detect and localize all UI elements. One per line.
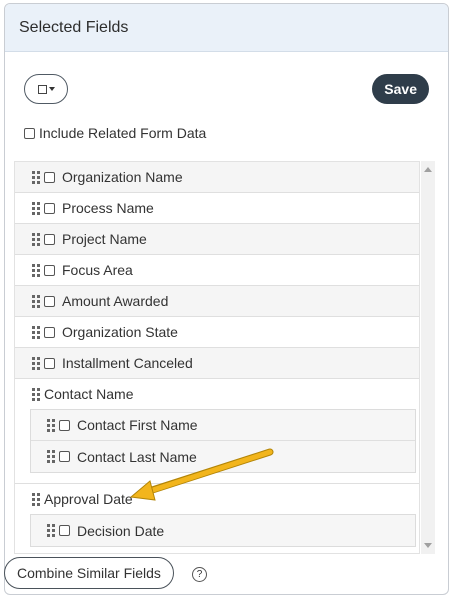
- field-label: Contact First Name: [77, 417, 198, 433]
- group-header[interactable]: Contact Name: [15, 379, 419, 409]
- field-checkbox[interactable]: [59, 419, 70, 431]
- field-label: Process Name: [62, 200, 154, 216]
- drag-handle-icon[interactable]: [32, 325, 40, 339]
- field-label: Installment Canceled: [62, 355, 193, 371]
- drag-handle-icon[interactable]: [32, 387, 40, 401]
- toolbar: Save: [5, 73, 448, 107]
- field-group: Contact Name Contact First Name Contact …: [15, 379, 419, 484]
- checkbox-icon: [37, 84, 47, 94]
- field-row[interactable]: Decision Date: [31, 515, 415, 546]
- drag-handle-icon[interactable]: [47, 524, 55, 537]
- drag-handle-icon[interactable]: [47, 450, 55, 463]
- panel-header: Selected Fields: [5, 4, 448, 52]
- field-list: Organization Name Process Name Project N…: [14, 161, 420, 554]
- field-label: Organization Name: [62, 169, 183, 185]
- include-related-checkbox[interactable]: [24, 127, 35, 139]
- list-scrollbar[interactable]: [421, 161, 435, 554]
- group-children: Decision Date: [30, 514, 416, 547]
- drag-handle-icon[interactable]: [32, 356, 40, 370]
- field-checkbox[interactable]: [44, 171, 55, 183]
- field-checkbox[interactable]: [59, 525, 70, 536]
- drag-handle-icon[interactable]: [47, 418, 55, 432]
- scroll-up-arrow-icon[interactable]: [424, 167, 432, 172]
- field-label: Project Name: [62, 231, 147, 247]
- selected-fields-panel: Selected Fields Save Include Related For…: [4, 3, 449, 595]
- field-label: Contact Last Name: [77, 448, 197, 465]
- field-label: Focus Area: [62, 262, 133, 278]
- help-circle-icon[interactable]: ?: [192, 567, 207, 582]
- field-label: Decision Date: [77, 522, 165, 539]
- save-button[interactable]: Save: [372, 74, 429, 104]
- group-label: Approval Date: [44, 491, 133, 507]
- field-checkbox[interactable]: [44, 326, 55, 338]
- field-checkbox[interactable]: [44, 295, 55, 307]
- field-row[interactable]: Project Name: [15, 224, 419, 255]
- caret-down-icon: [48, 87, 55, 91]
- combine-similar-fields-button[interactable]: Combine Similar Fields: [4, 557, 174, 589]
- field-checkbox[interactable]: [44, 264, 55, 276]
- panel-title: Selected Fields: [19, 18, 129, 36]
- field-row[interactable]: Organization State: [15, 317, 419, 348]
- field-checkbox[interactable]: [44, 202, 55, 214]
- field-row[interactable]: Process Name: [15, 193, 419, 224]
- scroll-down-arrow-icon[interactable]: [424, 543, 432, 548]
- field-row[interactable]: Organization Name: [15, 162, 419, 193]
- field-row[interactable]: Amount Awarded: [15, 286, 419, 317]
- include-related-form-data[interactable]: Include Related Form Data: [24, 125, 206, 141]
- field-row[interactable]: Contact First Name: [31, 410, 415, 441]
- group-children: Contact First Name Contact Last Name: [30, 409, 416, 473]
- select-all-dropdown-button[interactable]: [24, 74, 68, 104]
- field-group: Approval Date Decision Date: [15, 484, 419, 553]
- drag-handle-icon[interactable]: [32, 263, 40, 277]
- group-label: Contact Name: [44, 386, 134, 402]
- drag-handle-icon[interactable]: [32, 492, 40, 506]
- group-header[interactable]: Approval Date: [15, 484, 419, 514]
- field-label: Amount Awarded: [62, 293, 169, 309]
- field-checkbox[interactable]: [44, 357, 55, 369]
- include-related-label: Include Related Form Data: [39, 125, 207, 141]
- drag-handle-icon[interactable]: [32, 232, 40, 246]
- field-label: Organization State: [62, 324, 178, 340]
- field-checkbox[interactable]: [59, 451, 70, 462]
- drag-handle-icon[interactable]: [32, 201, 40, 215]
- field-checkbox[interactable]: [44, 233, 55, 245]
- drag-handle-icon[interactable]: [32, 294, 40, 308]
- field-row[interactable]: Focus Area: [15, 255, 419, 286]
- field-row[interactable]: Contact Last Name: [31, 441, 415, 472]
- field-row[interactable]: Installment Canceled: [15, 348, 419, 379]
- drag-handle-icon[interactable]: [32, 170, 40, 184]
